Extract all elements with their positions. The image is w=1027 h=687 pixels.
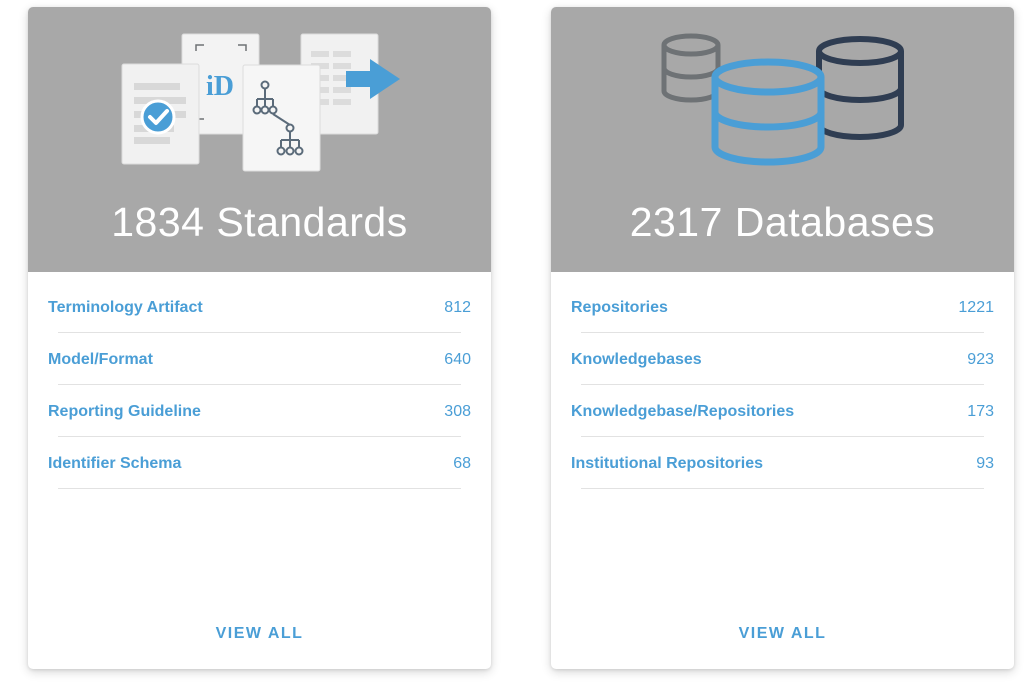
standards-category-list: Terminology Artifact 812 Model/Format 64… — [28, 281, 491, 489]
list-item[interactable]: Model/Format 640 — [48, 333, 471, 385]
standards-documents-illustration: iD — [121, 33, 400, 172]
category-count: 173 — [967, 403, 994, 420]
small-database-icon — [661, 33, 721, 103]
databases-title: 2317 Databases — [629, 199, 936, 245]
category-link[interactable]: Model/Format — [48, 351, 153, 369]
databases-card-header: 2317 Databases — [551, 7, 1014, 272]
category-link[interactable]: Reporting Guideline — [48, 403, 201, 421]
hierarchy-document-icon — [242, 64, 321, 172]
list-item[interactable]: Repositories 1221 — [571, 281, 994, 333]
list-item[interactable]: Reporting Guideline 308 — [48, 385, 471, 437]
category-count: 812 — [444, 299, 471, 316]
databases-category-list: Repositories 1221 Knowledgebases 923 Kno… — [551, 281, 1014, 489]
category-count: 1221 — [958, 299, 994, 316]
category-link[interactable]: Knowledgebase/Repositories — [571, 403, 794, 421]
category-count: 68 — [453, 455, 471, 472]
databases-card: 2317 Databases Repositories 1221 Knowled… — [551, 7, 1014, 669]
id-glyph: iD — [206, 71, 234, 102]
view-all-standards-button[interactable]: VIEW ALL — [28, 625, 491, 643]
category-count: 923 — [967, 351, 994, 368]
list-item[interactable]: Knowledgebases 923 — [571, 333, 994, 385]
category-link[interactable]: Terminology Artifact — [48, 299, 203, 317]
category-link[interactable]: Repositories — [571, 299, 668, 317]
list-item[interactable]: Terminology Artifact 812 — [48, 281, 471, 333]
checklist-document-icon — [121, 63, 200, 165]
large-database-icon — [711, 58, 825, 166]
category-link[interactable]: Institutional Repositories — [571, 455, 763, 473]
category-link[interactable]: Identifier Schema — [48, 455, 181, 473]
list-item[interactable]: Identifier Schema 68 — [48, 437, 471, 489]
list-item[interactable]: Institutional Repositories 93 — [571, 437, 994, 489]
standards-card-header: iD 1834 Standards — [28, 7, 491, 272]
dark-database-icon — [816, 36, 904, 140]
database-cylinders-illustration — [661, 33, 904, 166]
standards-card: iD 1834 Standards Terminology Artifact 8… — [28, 7, 491, 669]
category-count: 308 — [444, 403, 471, 420]
view-all-databases-button[interactable]: VIEW ALL — [551, 625, 1014, 643]
list-item[interactable]: Knowledgebase/Repositories 173 — [571, 385, 994, 437]
category-count: 640 — [444, 351, 471, 368]
category-count: 93 — [976, 455, 994, 472]
category-link[interactable]: Knowledgebases — [571, 351, 702, 369]
standards-title: 1834 Standards — [111, 199, 408, 245]
